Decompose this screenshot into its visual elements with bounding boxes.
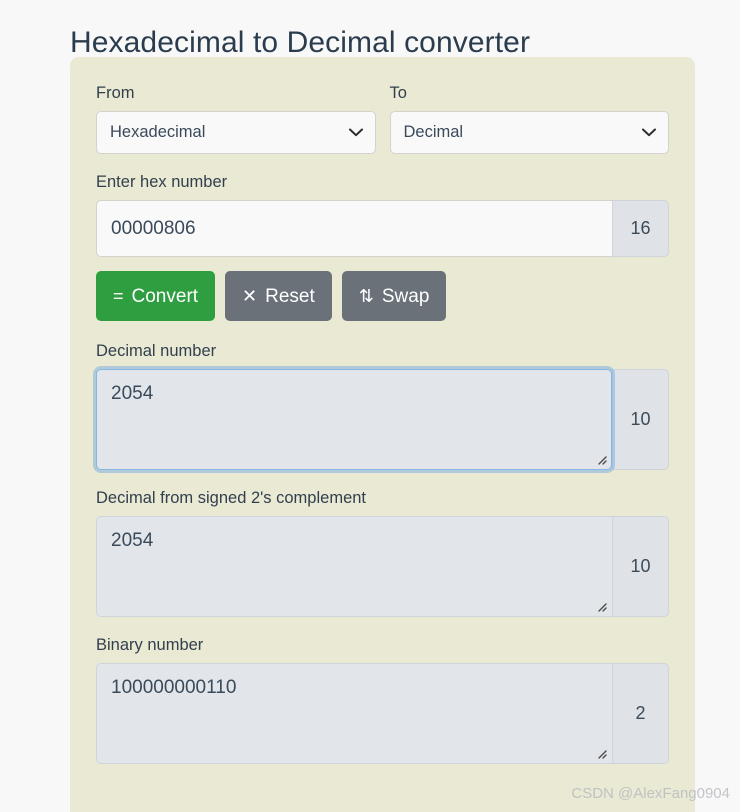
hex-input-wrap [96,200,612,257]
result-base-addon: 10 [612,369,669,470]
result-base-addon: 10 [612,516,669,617]
result-field-wrap [96,516,612,617]
result-textarea[interactable] [96,369,612,470]
hex-input-label: Enter hex number [96,173,228,191]
convert-button[interactable]: = Convert [96,271,216,321]
to-select[interactable]: Decimal [389,111,669,154]
from-label: From [96,84,135,102]
converter-card: From Hexadecimal To Decimal Enter hex nu… [70,57,695,812]
action-button-row: = Convert ✕ Reset ⇅ Swap [96,271,669,321]
from-select[interactable]: Hexadecimal [96,111,376,154]
result-field-wrap [96,369,612,470]
swap-button-label: Swap [381,285,430,307]
result-label: Decimal number [96,342,217,360]
app-root: Hexadecimal to Decimal converter From He… [0,0,740,812]
result-block: Decimal from signed 2's complement 10 [96,488,669,617]
equals-icon: = [113,286,124,306]
from-field-group: From Hexadecimal [96,83,376,154]
results-section: Decimal number10Decimal from signed 2's … [96,341,669,764]
result-label: Decimal from signed 2's complement [96,489,367,507]
result-row: 10 [96,516,669,617]
result-base-addon: 2 [612,663,669,764]
hex-input-row: 16 [96,200,669,257]
result-textarea[interactable] [96,663,612,764]
result-row: 2 [96,663,669,764]
swap-button[interactable]: ⇅ Swap [341,271,447,321]
convert-button-label: Convert [131,285,199,307]
hex-base-addon: 16 [612,200,669,257]
close-x-icon: ✕ [242,286,258,306]
to-select-wrap: Decimal [389,111,669,154]
result-row: 10 [96,369,669,470]
result-textarea[interactable] [96,516,612,617]
base-selection-row: From Hexadecimal To Decimal [96,83,669,154]
result-field-wrap [96,663,612,764]
result-block: Decimal number 10 [96,341,669,470]
from-select-wrap: Hexadecimal [96,111,376,154]
result-block: Binary number 2 [96,635,669,764]
result-label: Binary number [96,636,204,654]
reset-button-label: Reset [265,285,315,307]
to-label: To [389,84,407,102]
swap-arrows-icon: ⇅ [358,286,374,306]
to-field-group: To Decimal [389,83,669,154]
hex-input[interactable] [96,200,612,257]
reset-button[interactable]: ✕ Reset [225,271,332,321]
hex-input-group: Enter hex number 16 [96,172,669,257]
